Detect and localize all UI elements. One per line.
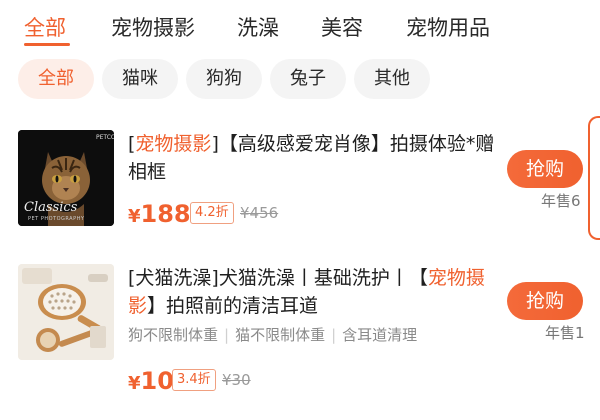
price-value: 10 <box>140 367 174 395</box>
floating-side-tab[interactable] <box>588 116 600 240</box>
price-row: ¥10 3.4折 ¥30 <box>128 365 288 395</box>
tab-pet-photography[interactable]: 宠物摄影 <box>111 12 195 42</box>
tab-grooming[interactable]: 美容 <box>321 12 363 42</box>
chip-cats[interactable]: 猫咪 <box>102 59 178 99</box>
tag-separator: | <box>224 326 230 344</box>
buy-button[interactable]: 抢购 <box>507 282 583 320</box>
image-script-text: Classics <box>24 200 78 215</box>
currency-symbol: ¥ <box>128 373 141 394</box>
price-row: ¥188 4.2折 ¥456 <box>128 198 298 228</box>
product-title[interactable]: [宠物摄影]【高级感爱宠肖像】拍摄体验*赠相框 <box>128 130 500 186</box>
tab-bath[interactable]: 洗澡 <box>237 12 279 42</box>
product-card[interactable]: PETCO Classics PET PHOTOGRAPHY [宠物摄影]【高级… <box>0 128 600 238</box>
tab-all[interactable]: 全部 <box>24 12 66 42</box>
product-image-cat-portrait[interactable]: PETCO Classics PET PHOTOGRAPHY <box>18 130 114 226</box>
annual-sales: 年售1 <box>545 324 585 342</box>
product-title[interactable]: [犬猫洗澡]犬猫洗澡丨基础洗护丨【宠物摄影】拍照前的清洁耳道 <box>128 264 500 320</box>
chip-all[interactable]: 全部 <box>18 59 94 99</box>
discount-badge: 3.4折 <box>172 369 216 391</box>
currency-symbol: ¥ <box>128 206 141 227</box>
image-brand-text: PETCO <box>96 134 114 141</box>
tag-dog-weight: 狗不限制体重 <box>128 326 219 344</box>
product-tags: 狗不限制体重 | 猫不限制体重 | 含耳道清理 <box>128 324 417 345</box>
price: ¥188 <box>128 200 191 228</box>
original-price: ¥456 <box>240 204 279 222</box>
price-value: 188 <box>140 200 191 228</box>
discount-badge: 4.2折 <box>190 202 234 224</box>
grooming-tools-image <box>18 264 114 360</box>
original-price: ¥30 <box>222 371 251 389</box>
title-category-highlight: 宠物摄影 <box>135 133 212 155</box>
product-card[interactable]: [犬猫洗澡]犬猫洗澡丨基础洗护丨【宠物摄影】拍照前的清洁耳道 狗不限制体重 | 猫不… <box>0 262 600 402</box>
tag-separator: | <box>331 326 337 344</box>
active-tab-indicator <box>24 43 70 46</box>
buy-button[interactable]: 抢购 <box>507 150 583 188</box>
title-text: [犬猫洗澡]犬猫洗澡丨基础洗护丨【 <box>128 267 428 289</box>
tag-ear-cleaning: 含耳道清理 <box>342 326 418 344</box>
price: ¥10 <box>128 367 174 395</box>
chip-other[interactable]: 其他 <box>354 59 430 99</box>
category-tabs: 全部 宠物摄影 洗澡 美容 宠物用品 <box>0 0 600 52</box>
product-image-grooming-tools[interactable] <box>18 264 114 360</box>
title-text-end: 】拍照前的清洁耳道 <box>147 295 319 317</box>
tag-cat-weight: 猫不限制体重 <box>235 326 326 344</box>
annual-sales: 年售6 <box>541 192 581 210</box>
tab-pet-supplies[interactable]: 宠物用品 <box>406 12 490 42</box>
chip-rabbits[interactable]: 兔子 <box>270 59 346 99</box>
image-caption-text: PET PHOTOGRAPHY <box>28 216 85 222</box>
chip-dogs[interactable]: 狗狗 <box>186 59 262 99</box>
